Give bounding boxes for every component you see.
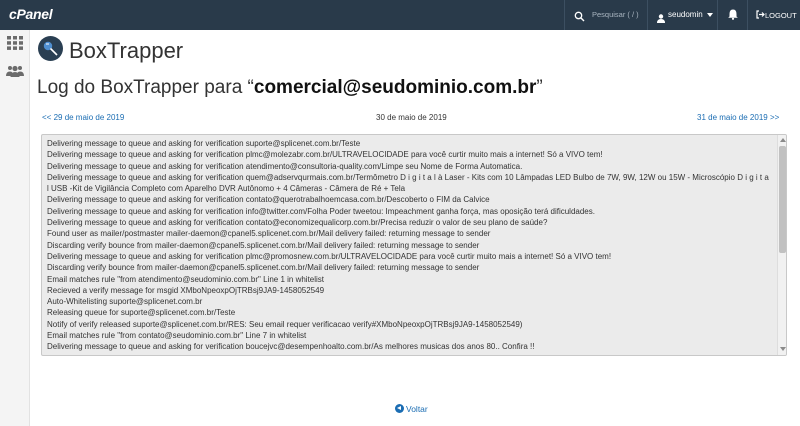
log-line: Delivering message to queue and asking f…	[47, 139, 361, 148]
boxtrapper-icon	[38, 36, 63, 61]
log-line: Email matches rule "from contato@seudomi…	[47, 331, 307, 341]
logout-icon	[756, 10, 765, 19]
log-line: Delivering message to queue and asking f…	[47, 161, 523, 171]
back-label: Voltar	[406, 404, 428, 414]
previous-day-link[interactable]: << 29 de maio de 2019	[42, 113, 124, 122]
log-line: Discarding verify bounce from mailer-dae…	[47, 240, 480, 250]
log-lines: Delivering message to queue and asking f…	[47, 138, 769, 353]
scroll-down-arrow-icon[interactable]	[780, 347, 786, 351]
current-date: 30 de maio de 2019	[376, 113, 447, 122]
scroll-up-arrow-icon[interactable]	[780, 138, 786, 142]
log-textarea[interactable]: Delivering message to queue and asking f…	[41, 134, 787, 356]
log-line: Delivering message to queue and asking f…	[47, 206, 595, 216]
log-line: Delivering message to queue and asking f…	[47, 150, 603, 160]
log-line: Delivering message to queue and asking f…	[47, 251, 612, 261]
log-line: Email matches rule "from atendimento@seu…	[47, 274, 325, 284]
search-icon	[574, 9, 585, 27]
search-box[interactable]: Pesquisar ( / )	[564, 0, 648, 30]
username: seudomin	[668, 10, 703, 19]
log-line: Found user as mailer/postmaster mailer-d…	[47, 229, 491, 239]
scrollbar[interactable]	[777, 135, 786, 355]
notifications-button[interactable]	[718, 0, 748, 30]
next-day-link[interactable]: 31 de maio de 2019 >>	[697, 113, 779, 122]
log-line: Auto-Whitelisting suporte@splicenet.com.…	[47, 297, 203, 307]
log-line: Notify of verify released suporte@splice…	[47, 319, 523, 329]
log-line: Recieved a verify message for msgid XMbo…	[47, 285, 325, 295]
top-navbar: cPanel Pesquisar ( / ) seudomin LOGOUT	[0, 0, 800, 30]
app-title: BoxTrapper	[69, 38, 184, 63]
log-line: Discarding verify bounce from mailer-dae…	[47, 263, 480, 273]
back-link[interactable]: Voltar	[395, 404, 428, 414]
chevron-down-icon	[707, 13, 713, 17]
grid-icon[interactable]	[7, 36, 23, 55]
user-icon	[657, 10, 665, 28]
arrow-left-circle-icon	[395, 404, 404, 413]
logout-label: LOGOUT	[765, 11, 797, 20]
log-line: Releasing queue for suporte@splicenet.co…	[47, 308, 236, 318]
search-placeholder[interactable]: Pesquisar ( / )	[592, 10, 639, 19]
log-line: Delivering message to queue and asking f…	[47, 218, 548, 228]
cpanel-logo[interactable]: cPanel	[9, 6, 53, 22]
page-title-prefix: Log do BoxTrapper para “	[37, 77, 254, 98]
log-line: Delivering message to queue and asking f…	[47, 342, 535, 352]
users-icon[interactable]	[6, 64, 24, 82]
page-title-email: comercial@seudominio.com.br	[253, 77, 537, 98]
bell-icon	[728, 9, 738, 20]
page-title: Log do BoxTrapper para “comercial@seudom…	[37, 77, 543, 99]
page-title-suffix: ”	[536, 77, 543, 98]
scroll-thumb[interactable]	[779, 146, 786, 253]
log-line: Delivering message to queue and asking f…	[47, 172, 771, 194]
left-sidebar	[0, 30, 30, 426]
logout-button[interactable]: LOGOUT	[749, 0, 800, 30]
log-line: Delivering message to queue and asking f…	[47, 195, 490, 205]
user-menu[interactable]: seudomin	[649, 0, 718, 30]
